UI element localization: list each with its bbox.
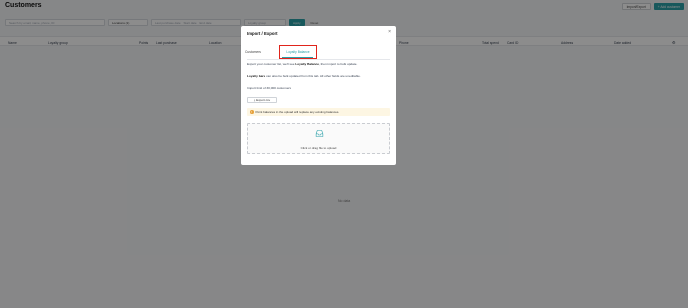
- export-csv-button[interactable]: ⤓ Export csv: [247, 97, 277, 103]
- import-export-modal: Import / Export × Customers Loyalty Bala…: [241, 26, 396, 165]
- warning-icon: !: [250, 110, 254, 114]
- modal-title: Import / Export: [247, 31, 278, 36]
- tab-customers[interactable]: Customers: [245, 50, 261, 54]
- upload-text: Click or drag file to upload: [300, 146, 337, 150]
- desc-2-bold: Loyalty bars: [247, 74, 266, 78]
- tab-loyalty-balance-label: Loyalty Balance: [286, 50, 310, 54]
- inbox-icon: [315, 130, 324, 137]
- desc-1-bold: Loyalty Balance: [295, 62, 319, 66]
- upload-dropzone[interactable]: Click or drag file to upload: [247, 123, 390, 154]
- tabs-divider: [247, 59, 390, 60]
- description-line-2: Loyalty bars can also be bulk updated fr…: [247, 74, 392, 78]
- export-csv-label: Export csv: [256, 98, 271, 102]
- active-tab-indicator: [282, 57, 313, 58]
- close-icon[interactable]: ×: [388, 30, 391, 35]
- desc-2-rest: can also be bulk updated from this tab. …: [265, 74, 361, 78]
- warning-text: Point balances in the upload will replac…: [255, 110, 340, 114]
- download-icon: ⤓: [253, 98, 256, 102]
- import-limit-text: Import limit of 30,000 customers: [247, 86, 292, 90]
- description-line-1: Export your customer list, we'll see Loy…: [247, 62, 392, 66]
- desc-1-prefix: Export your customer list, we'll see: [247, 62, 296, 66]
- desc-1-suffix: , then import to bulk update.: [318, 62, 358, 66]
- warning-banner: ! Point balances in the upload will repl…: [247, 108, 390, 116]
